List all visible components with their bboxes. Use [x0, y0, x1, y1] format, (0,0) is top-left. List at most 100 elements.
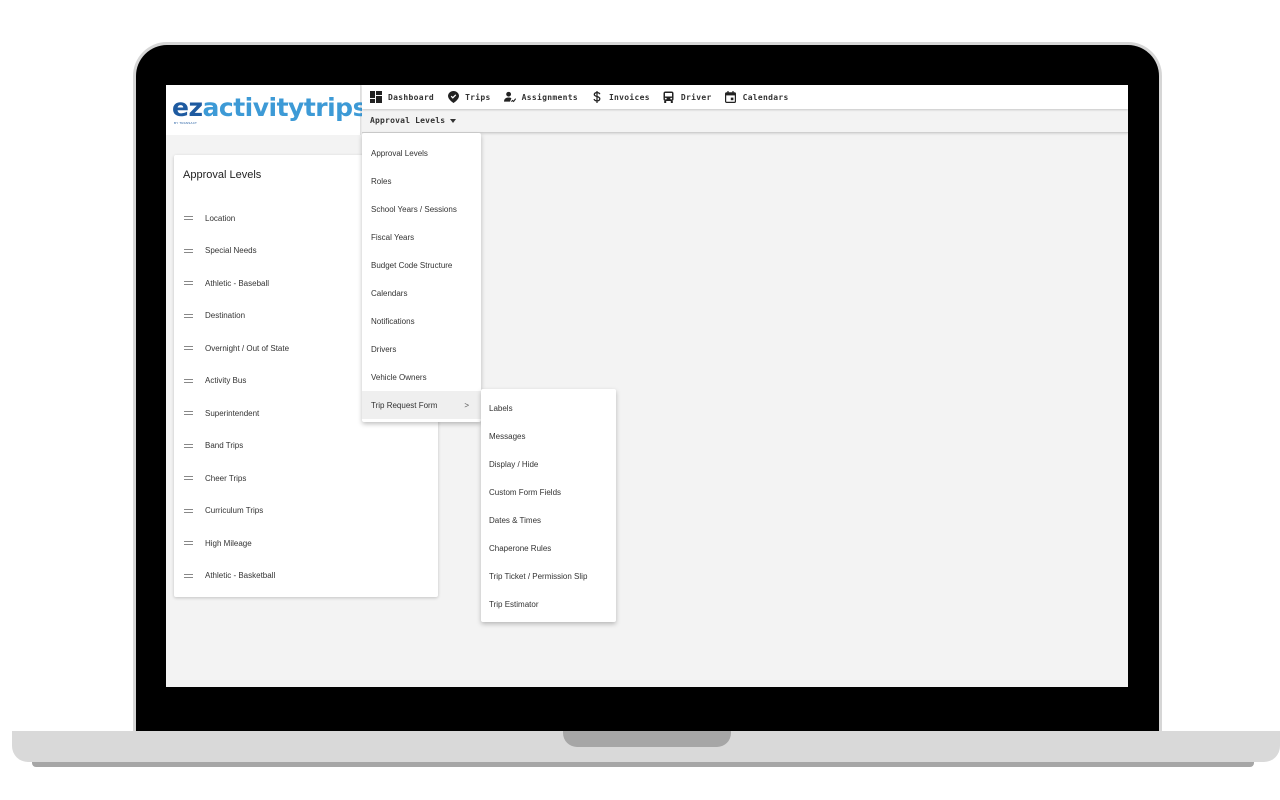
dollar-icon — [591, 91, 603, 103]
submenu-item-label: Chaperone Rules — [489, 543, 552, 553]
approval-level-label: Special Needs — [205, 246, 257, 256]
nav-invoices[interactable]: Invoices — [591, 91, 650, 103]
drag-handle-icon[interactable] — [184, 346, 193, 351]
drag-handle-icon[interactable] — [184, 443, 193, 448]
top-navigation: Dashboard Trips Assignments Invoices Dri… — [362, 85, 1128, 109]
bus-icon — [663, 91, 675, 103]
approval-level-label: Curriculum Trips — [205, 506, 264, 516]
nav-label: Trips — [465, 92, 491, 102]
logo-text: ezactivitytrips — [172, 92, 367, 122]
logo[interactable]: ezactivitytrips BY TRANSACT — [166, 85, 367, 135]
approval-level-label: Destination — [205, 311, 246, 321]
menu-item-label: Approval Levels — [371, 148, 428, 158]
logo-secondary: activitytrips — [202, 92, 368, 122]
trip-request-form-submenu: Labels Messages Display / Hide Custom Form … — [481, 389, 616, 622]
dashboard-icon — [370, 91, 382, 103]
sub-navigation: Approval Levels — [362, 109, 1128, 133]
dropdown-label: Approval Levels — [370, 116, 446, 125]
caret-down-icon — [450, 118, 457, 123]
drag-handle-icon[interactable] — [184, 573, 193, 578]
drag-handle-icon[interactable] — [184, 313, 193, 318]
menu-item-label: Trip Request Form — [371, 400, 438, 410]
submenu-item[interactable]: Trip Ticket / Permission Slip — [481, 562, 616, 590]
chevron-right-icon: > — [464, 400, 469, 410]
submenu-item-label: Messages — [489, 431, 526, 441]
user-assign-icon — [503, 91, 516, 103]
submenu-item-label: Dates & Times — [489, 515, 542, 525]
menu-item[interactable]: Fiscal Years — [362, 223, 481, 251]
menu-item-label: Calendars — [371, 288, 408, 298]
submenu-item[interactable]: Custom Form Fields — [481, 478, 616, 506]
nav-trips[interactable]: Trips — [447, 91, 491, 103]
nav-label: Driver — [680, 92, 712, 102]
submenu-item[interactable]: Messages — [481, 422, 616, 450]
submenu-item-label: Custom Form Fields — [489, 487, 562, 497]
menu-item[interactable]: Roles — [362, 167, 481, 195]
menu-item[interactable]: Calendars — [362, 279, 481, 307]
menu-item[interactable]: Vehicle Owners — [362, 363, 481, 391]
approval-level-label: Activity Bus — [205, 376, 247, 386]
drag-handle-icon[interactable] — [184, 508, 193, 513]
nav-driver[interactable]: Driver — [663, 91, 712, 103]
menu-item-label: Vehicle Owners — [371, 372, 427, 382]
approval-level-item[interactable]: Band Trips — [174, 430, 438, 463]
nav-dashboard[interactable]: Dashboard — [370, 91, 434, 103]
approval-level-label: Location — [205, 213, 236, 223]
drag-handle-icon[interactable] — [184, 281, 193, 286]
approval-level-label: Athletic - Baseball — [205, 278, 270, 288]
submenu-item[interactable]: Trip Estimator — [481, 590, 616, 618]
logo-primary: ez — [172, 92, 203, 122]
menu-item-label: School Years / Sessions — [371, 204, 457, 214]
approval-level-item[interactable]: Athletic - Basketball — [174, 560, 438, 593]
submenu-item-label: Trip Estimator — [489, 599, 539, 609]
drag-handle-icon[interactable] — [184, 378, 193, 383]
approval-level-item[interactable]: High Mileage — [174, 527, 438, 560]
approval-level-item[interactable]: Curriculum Trips — [174, 495, 438, 528]
submenu-item[interactable]: Display / Hide — [481, 450, 616, 478]
nav-label: Calendars — [742, 92, 789, 102]
submenu-item-label: Trip Ticket / Permission Slip — [489, 571, 588, 581]
menu-item-label: Fiscal Years — [371, 232, 415, 242]
menu-item[interactable]: Drivers — [362, 335, 481, 363]
nav-assignments[interactable]: Assignments — [503, 91, 578, 103]
menu-item-label: Roles — [371, 176, 392, 186]
drag-handle-icon[interactable] — [184, 216, 193, 221]
approval-level-label: Overnight / Out of State — [205, 343, 290, 353]
nav-label: Assignments — [521, 92, 578, 102]
nav-calendars[interactable]: Calendars — [725, 91, 789, 103]
menu-item[interactable]: Budget Code Structure — [362, 251, 481, 279]
approval-level-item[interactable]: Cheer Trips — [174, 462, 438, 495]
submenu-item-label: Labels — [489, 403, 513, 413]
calendar-icon — [725, 91, 737, 103]
menu-item[interactable]: Notifications — [362, 307, 481, 335]
approval-level-label: High Mileage — [205, 538, 252, 548]
app-screen: ezactivitytrips BY TRANSACT Dashboard Tr… — [166, 85, 1128, 687]
logo-tagline: BY TRANSACT — [174, 120, 198, 125]
menu-item[interactable]: Approval Levels — [362, 139, 481, 167]
submenu-item-label: Display / Hide — [489, 459, 539, 469]
menu-item-label: Budget Code Structure — [371, 260, 453, 270]
nav-label: Invoices — [608, 92, 650, 102]
drag-handle-icon[interactable] — [184, 541, 193, 546]
drag-handle-icon[interactable] — [184, 411, 193, 416]
approval-levels-dropdown[interactable]: Approval Levels — [370, 116, 457, 125]
laptop-foot — [32, 762, 1254, 767]
menu-item[interactable]: Trip Request Form > — [362, 391, 481, 419]
menu-item-label: Notifications — [371, 316, 415, 326]
submenu-item[interactable]: Dates & Times — [481, 506, 616, 534]
approval-level-label: Cheer Trips — [205, 473, 247, 483]
map-pin-icon — [447, 91, 459, 103]
drag-handle-icon[interactable] — [184, 248, 193, 253]
menu-item-label: Drivers — [371, 344, 397, 354]
submenu-item[interactable]: Chaperone Rules — [481, 534, 616, 562]
laptop-notch — [563, 731, 731, 747]
approval-level-label: Athletic - Basketball — [205, 571, 276, 581]
submenu-item[interactable]: Labels — [481, 394, 616, 422]
nav-label: Dashboard — [388, 92, 435, 102]
approval-level-label: Band Trips — [205, 441, 244, 451]
approval-level-label: Superintendent — [205, 408, 260, 418]
menu-item[interactable]: School Years / Sessions — [362, 195, 481, 223]
drag-handle-icon[interactable] — [184, 476, 193, 481]
settings-menu: Approval Levels Roles School Years / Sessi… — [362, 133, 481, 422]
card-title: Approval Levels — [183, 169, 262, 181]
